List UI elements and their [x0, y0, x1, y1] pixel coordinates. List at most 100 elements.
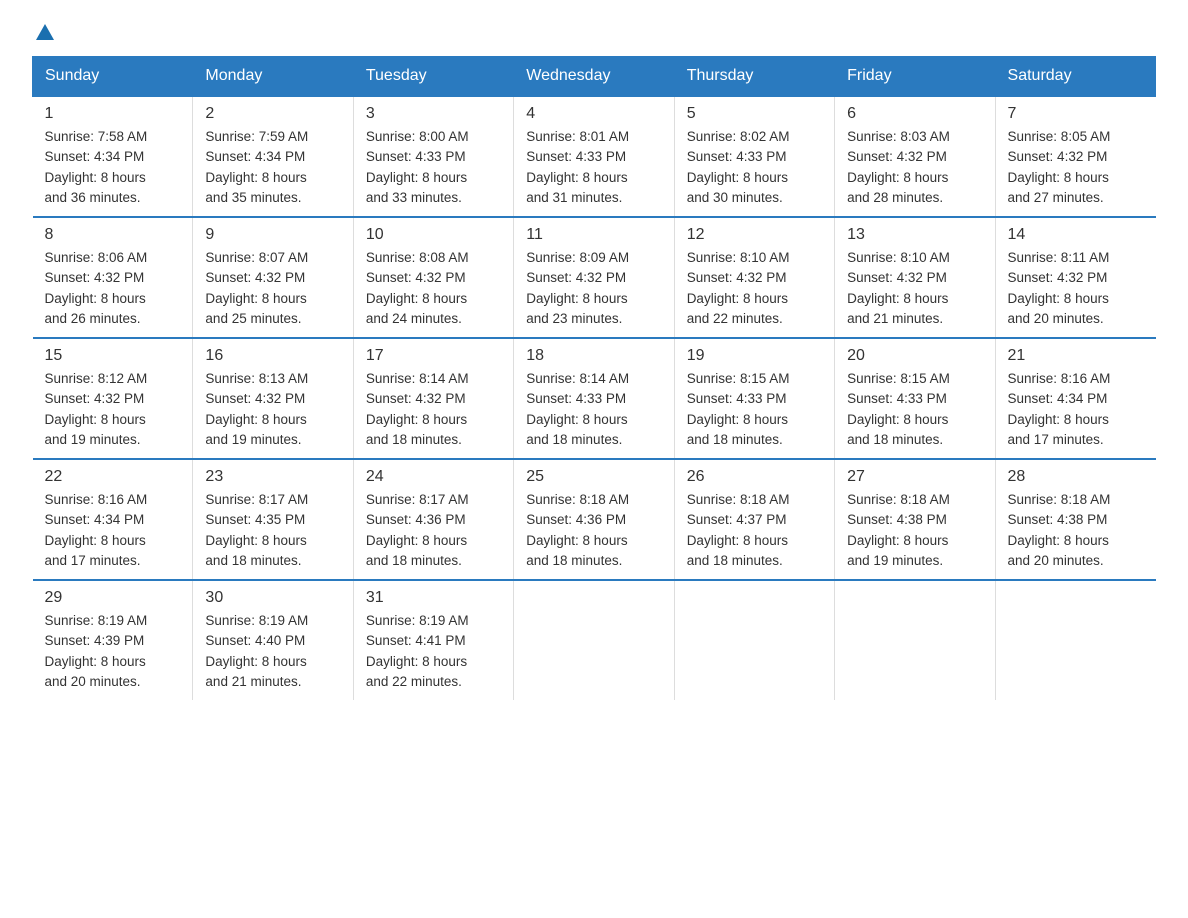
day-number: 19 — [687, 347, 822, 365]
header-day-saturday: Saturday — [995, 57, 1155, 97]
calendar-cell: 26Sunrise: 8:18 AM Sunset: 4:37 PM Dayli… — [674, 459, 834, 580]
day-number: 20 — [847, 347, 982, 365]
calendar-cell: 23 Sunrise: 8:17 AM Sunset: 4:35 PM Dayli… — [193, 459, 353, 580]
header-day-thursday: Thursday — [674, 57, 834, 97]
calendar-cell: 13 Sunrise: 8:10 AM Sunset: 4:32 PM Dayli… — [835, 217, 995, 338]
day-number: 22 — [45, 468, 181, 486]
calendar-cell: 18 Sunrise: 8:14 AM Sunset: 4:33 PM Dayli… — [514, 338, 674, 459]
day-info: Sunrise: 8:08 AM Sunset: 4:32 PM Dayligh… — [366, 248, 501, 329]
calendar-body: 1Sunrise: 7:58 AM Sunset: 4:34 PM Daylig… — [33, 96, 1156, 700]
day-number: 4 — [526, 105, 661, 123]
week-row-2: 8 Sunrise: 8:06 AM Sunset: 4:32 PM Daylig… — [33, 217, 1156, 338]
calendar-cell: 10 Sunrise: 8:08 AM Sunset: 4:32 PM Dayli… — [353, 217, 513, 338]
day-number: 28 — [1008, 468, 1144, 486]
header-day-monday: Monday — [193, 57, 353, 97]
day-info: Sunrise: 8:06 AM Sunset: 4:32 PM Dayligh… — [45, 248, 181, 329]
day-number: 9 — [205, 226, 340, 244]
day-info: Sunrise: 8:10 AM Sunset: 4:32 PM Dayligh… — [687, 248, 822, 329]
day-number: 15 — [45, 347, 181, 365]
day-info: Sunrise: 8:03 AM Sunset: 4:32 PM Dayligh… — [847, 127, 982, 208]
calendar-cell: 21 Sunrise: 8:16 AM Sunset: 4:34 PM Dayli… — [995, 338, 1155, 459]
day-number: 14 — [1008, 226, 1144, 244]
calendar-table: SundayMondayTuesdayWednesdayThursdayFrid… — [32, 56, 1156, 700]
week-row-3: 15 Sunrise: 8:12 AM Sunset: 4:32 PM Dayli… — [33, 338, 1156, 459]
week-row-4: 22Sunrise: 8:16 AM Sunset: 4:34 PM Dayli… — [33, 459, 1156, 580]
day-info: Sunrise: 8:19 AM Sunset: 4:41 PM Dayligh… — [366, 611, 501, 692]
logo-triangle-icon — [36, 24, 54, 40]
day-number: 29 — [45, 589, 181, 607]
day-info: Sunrise: 8:11 AM Sunset: 4:32 PM Dayligh… — [1008, 248, 1144, 329]
day-info: Sunrise: 8:07 AM Sunset: 4:32 PM Dayligh… — [205, 248, 340, 329]
header-row: SundayMondayTuesdayWednesdayThursdayFrid… — [33, 57, 1156, 97]
day-info: Sunrise: 8:15 AM Sunset: 4:33 PM Dayligh… — [687, 369, 822, 450]
calendar-cell: 20Sunrise: 8:15 AM Sunset: 4:33 PM Dayli… — [835, 338, 995, 459]
day-number: 25 — [526, 468, 661, 486]
calendar-cell: 5 Sunrise: 8:02 AM Sunset: 4:33 PM Daylig… — [674, 96, 834, 217]
calendar-cell: 24Sunrise: 8:17 AM Sunset: 4:36 PM Dayli… — [353, 459, 513, 580]
calendar-cell — [674, 580, 834, 700]
day-info: Sunrise: 8:05 AM Sunset: 4:32 PM Dayligh… — [1008, 127, 1144, 208]
calendar-cell: 12Sunrise: 8:10 AM Sunset: 4:32 PM Dayli… — [674, 217, 834, 338]
page-header — [32, 24, 1156, 40]
calendar-cell — [835, 580, 995, 700]
calendar-cell: 25 Sunrise: 8:18 AM Sunset: 4:36 PM Dayli… — [514, 459, 674, 580]
day-number: 8 — [45, 226, 181, 244]
day-info: Sunrise: 8:14 AM Sunset: 4:33 PM Dayligh… — [526, 369, 661, 450]
day-info: Sunrise: 8:19 AM Sunset: 4:39 PM Dayligh… — [45, 611, 181, 692]
day-info: Sunrise: 8:12 AM Sunset: 4:32 PM Dayligh… — [45, 369, 181, 450]
header-day-tuesday: Tuesday — [353, 57, 513, 97]
day-info: Sunrise: 8:17 AM Sunset: 4:36 PM Dayligh… — [366, 490, 501, 571]
calendar-cell: 3 Sunrise: 8:00 AM Sunset: 4:33 PM Daylig… — [353, 96, 513, 217]
calendar-cell: 4Sunrise: 8:01 AM Sunset: 4:33 PM Daylig… — [514, 96, 674, 217]
calendar-cell: 28 Sunrise: 8:18 AM Sunset: 4:38 PM Dayli… — [995, 459, 1155, 580]
calendar-cell: 27 Sunrise: 8:18 AM Sunset: 4:38 PM Dayli… — [835, 459, 995, 580]
day-number: 16 — [205, 347, 340, 365]
day-number: 10 — [366, 226, 501, 244]
day-info: Sunrise: 8:00 AM Sunset: 4:33 PM Dayligh… — [366, 127, 501, 208]
calendar-cell: 9 Sunrise: 8:07 AM Sunset: 4:32 PM Daylig… — [193, 217, 353, 338]
day-number: 27 — [847, 468, 982, 486]
day-info: Sunrise: 7:58 AM Sunset: 4:34 PM Dayligh… — [45, 127, 181, 208]
day-info: Sunrise: 8:09 AM Sunset: 4:32 PM Dayligh… — [526, 248, 661, 329]
calendar-cell: 19 Sunrise: 8:15 AM Sunset: 4:33 PM Dayli… — [674, 338, 834, 459]
header-day-sunday: Sunday — [33, 57, 193, 97]
day-number: 13 — [847, 226, 982, 244]
header-day-friday: Friday — [835, 57, 995, 97]
day-info: Sunrise: 8:19 AM Sunset: 4:40 PM Dayligh… — [205, 611, 340, 692]
day-number: 30 — [205, 589, 340, 607]
day-info: Sunrise: 8:02 AM Sunset: 4:33 PM Dayligh… — [687, 127, 822, 208]
day-info: Sunrise: 8:18 AM Sunset: 4:38 PM Dayligh… — [847, 490, 982, 571]
calendar-cell: 22Sunrise: 8:16 AM Sunset: 4:34 PM Dayli… — [33, 459, 193, 580]
week-row-5: 29 Sunrise: 8:19 AM Sunset: 4:39 PM Dayli… — [33, 580, 1156, 700]
day-number: 5 — [687, 105, 822, 123]
day-number: 7 — [1008, 105, 1144, 123]
day-number: 17 — [366, 347, 501, 365]
calendar-cell: 14 Sunrise: 8:11 AM Sunset: 4:32 PM Dayli… — [995, 217, 1155, 338]
logo-icon — [32, 24, 54, 40]
day-info: Sunrise: 8:16 AM Sunset: 4:34 PM Dayligh… — [1008, 369, 1144, 450]
calendar-cell — [514, 580, 674, 700]
day-number: 6 — [847, 105, 982, 123]
day-number: 21 — [1008, 347, 1144, 365]
day-info: Sunrise: 8:17 AM Sunset: 4:35 PM Dayligh… — [205, 490, 340, 571]
day-number: 18 — [526, 347, 661, 365]
calendar-cell — [995, 580, 1155, 700]
day-number: 31 — [366, 589, 501, 607]
day-number: 11 — [526, 226, 661, 244]
logo — [32, 24, 54, 40]
day-number: 3 — [366, 105, 501, 123]
calendar-cell: 1Sunrise: 7:58 AM Sunset: 4:34 PM Daylig… — [33, 96, 193, 217]
day-info: Sunrise: 8:18 AM Sunset: 4:38 PM Dayligh… — [1008, 490, 1144, 571]
week-row-1: 1Sunrise: 7:58 AM Sunset: 4:34 PM Daylig… — [33, 96, 1156, 217]
day-number: 23 — [205, 468, 340, 486]
calendar-cell: 17 Sunrise: 8:14 AM Sunset: 4:32 PM Dayli… — [353, 338, 513, 459]
calendar-cell: 16Sunrise: 8:13 AM Sunset: 4:32 PM Dayli… — [193, 338, 353, 459]
calendar-cell: 29 Sunrise: 8:19 AM Sunset: 4:39 PM Dayli… — [33, 580, 193, 700]
day-info: Sunrise: 7:59 AM Sunset: 4:34 PM Dayligh… — [205, 127, 340, 208]
day-info: Sunrise: 8:14 AM Sunset: 4:32 PM Dayligh… — [366, 369, 501, 450]
calendar-cell: 7 Sunrise: 8:05 AM Sunset: 4:32 PM Daylig… — [995, 96, 1155, 217]
header-day-wednesday: Wednesday — [514, 57, 674, 97]
day-info: Sunrise: 8:18 AM Sunset: 4:36 PM Dayligh… — [526, 490, 661, 571]
day-info: Sunrise: 8:10 AM Sunset: 4:32 PM Dayligh… — [847, 248, 982, 329]
calendar-cell: 15 Sunrise: 8:12 AM Sunset: 4:32 PM Dayli… — [33, 338, 193, 459]
